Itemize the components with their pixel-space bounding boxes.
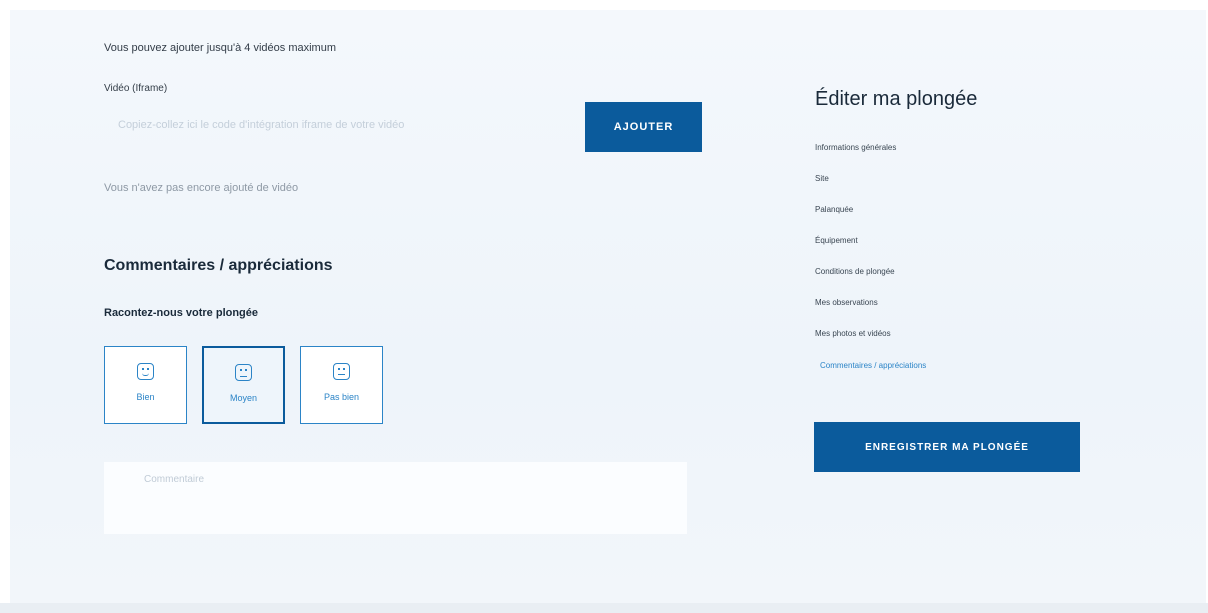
sidebar-item-observations[interactable]: Mes observations bbox=[815, 298, 878, 307]
sidebar-item-palanquee[interactable]: Palanquée bbox=[815, 205, 853, 214]
comment-textarea[interactable] bbox=[104, 462, 687, 534]
sidebar-item-equipment[interactable]: Équipement bbox=[815, 236, 858, 245]
rating-bad-button[interactable]: Pas bien bbox=[300, 346, 383, 424]
rating-medium-label: Moyen bbox=[229, 393, 257, 403]
comments-section-title: Commentaires / appréciations bbox=[104, 257, 333, 274]
save-dive-button[interactable]: ENREGISTRER MA PLONGÉE bbox=[814, 422, 1080, 472]
bottom-divider bbox=[0, 603, 1208, 613]
happy-face-icon bbox=[137, 363, 154, 380]
rating-good-label: Bien bbox=[136, 392, 155, 402]
sidebar-item-comments[interactable]: Commentaires / appréciations bbox=[820, 361, 926, 370]
sidebar-item-site[interactable]: Site bbox=[815, 174, 829, 183]
video-iframe-input[interactable] bbox=[104, 111, 544, 139]
no-video-text: Vous n'avez pas encore ajouté de vidéo bbox=[104, 182, 299, 194]
sidebar-title: Éditer ma plongée bbox=[815, 88, 978, 110]
rating-medium-button[interactable]: Moyen bbox=[202, 346, 285, 424]
sidebar-item-dive-conditions[interactable]: Conditions de plongée bbox=[815, 267, 895, 276]
video-limit-text: Vous pouvez ajouter jusqu'à 4 vidéos max… bbox=[104, 42, 337, 54]
sad-face-icon bbox=[333, 363, 350, 380]
video-field-label: Vidéo (Iframe) bbox=[104, 83, 168, 94]
add-video-button[interactable]: AJOUTER bbox=[585, 102, 702, 152]
neutral-face-icon bbox=[235, 364, 252, 381]
rating-bad-label: Pas bien bbox=[323, 392, 360, 402]
comments-prompt: Racontez-nous votre plongée bbox=[104, 307, 259, 319]
sidebar-item-photos-videos[interactable]: Mes photos et vidéos bbox=[815, 329, 891, 338]
sidebar-item-general-info[interactable]: Informations générales bbox=[815, 143, 896, 152]
rating-good-button[interactable]: Bien bbox=[104, 346, 187, 424]
